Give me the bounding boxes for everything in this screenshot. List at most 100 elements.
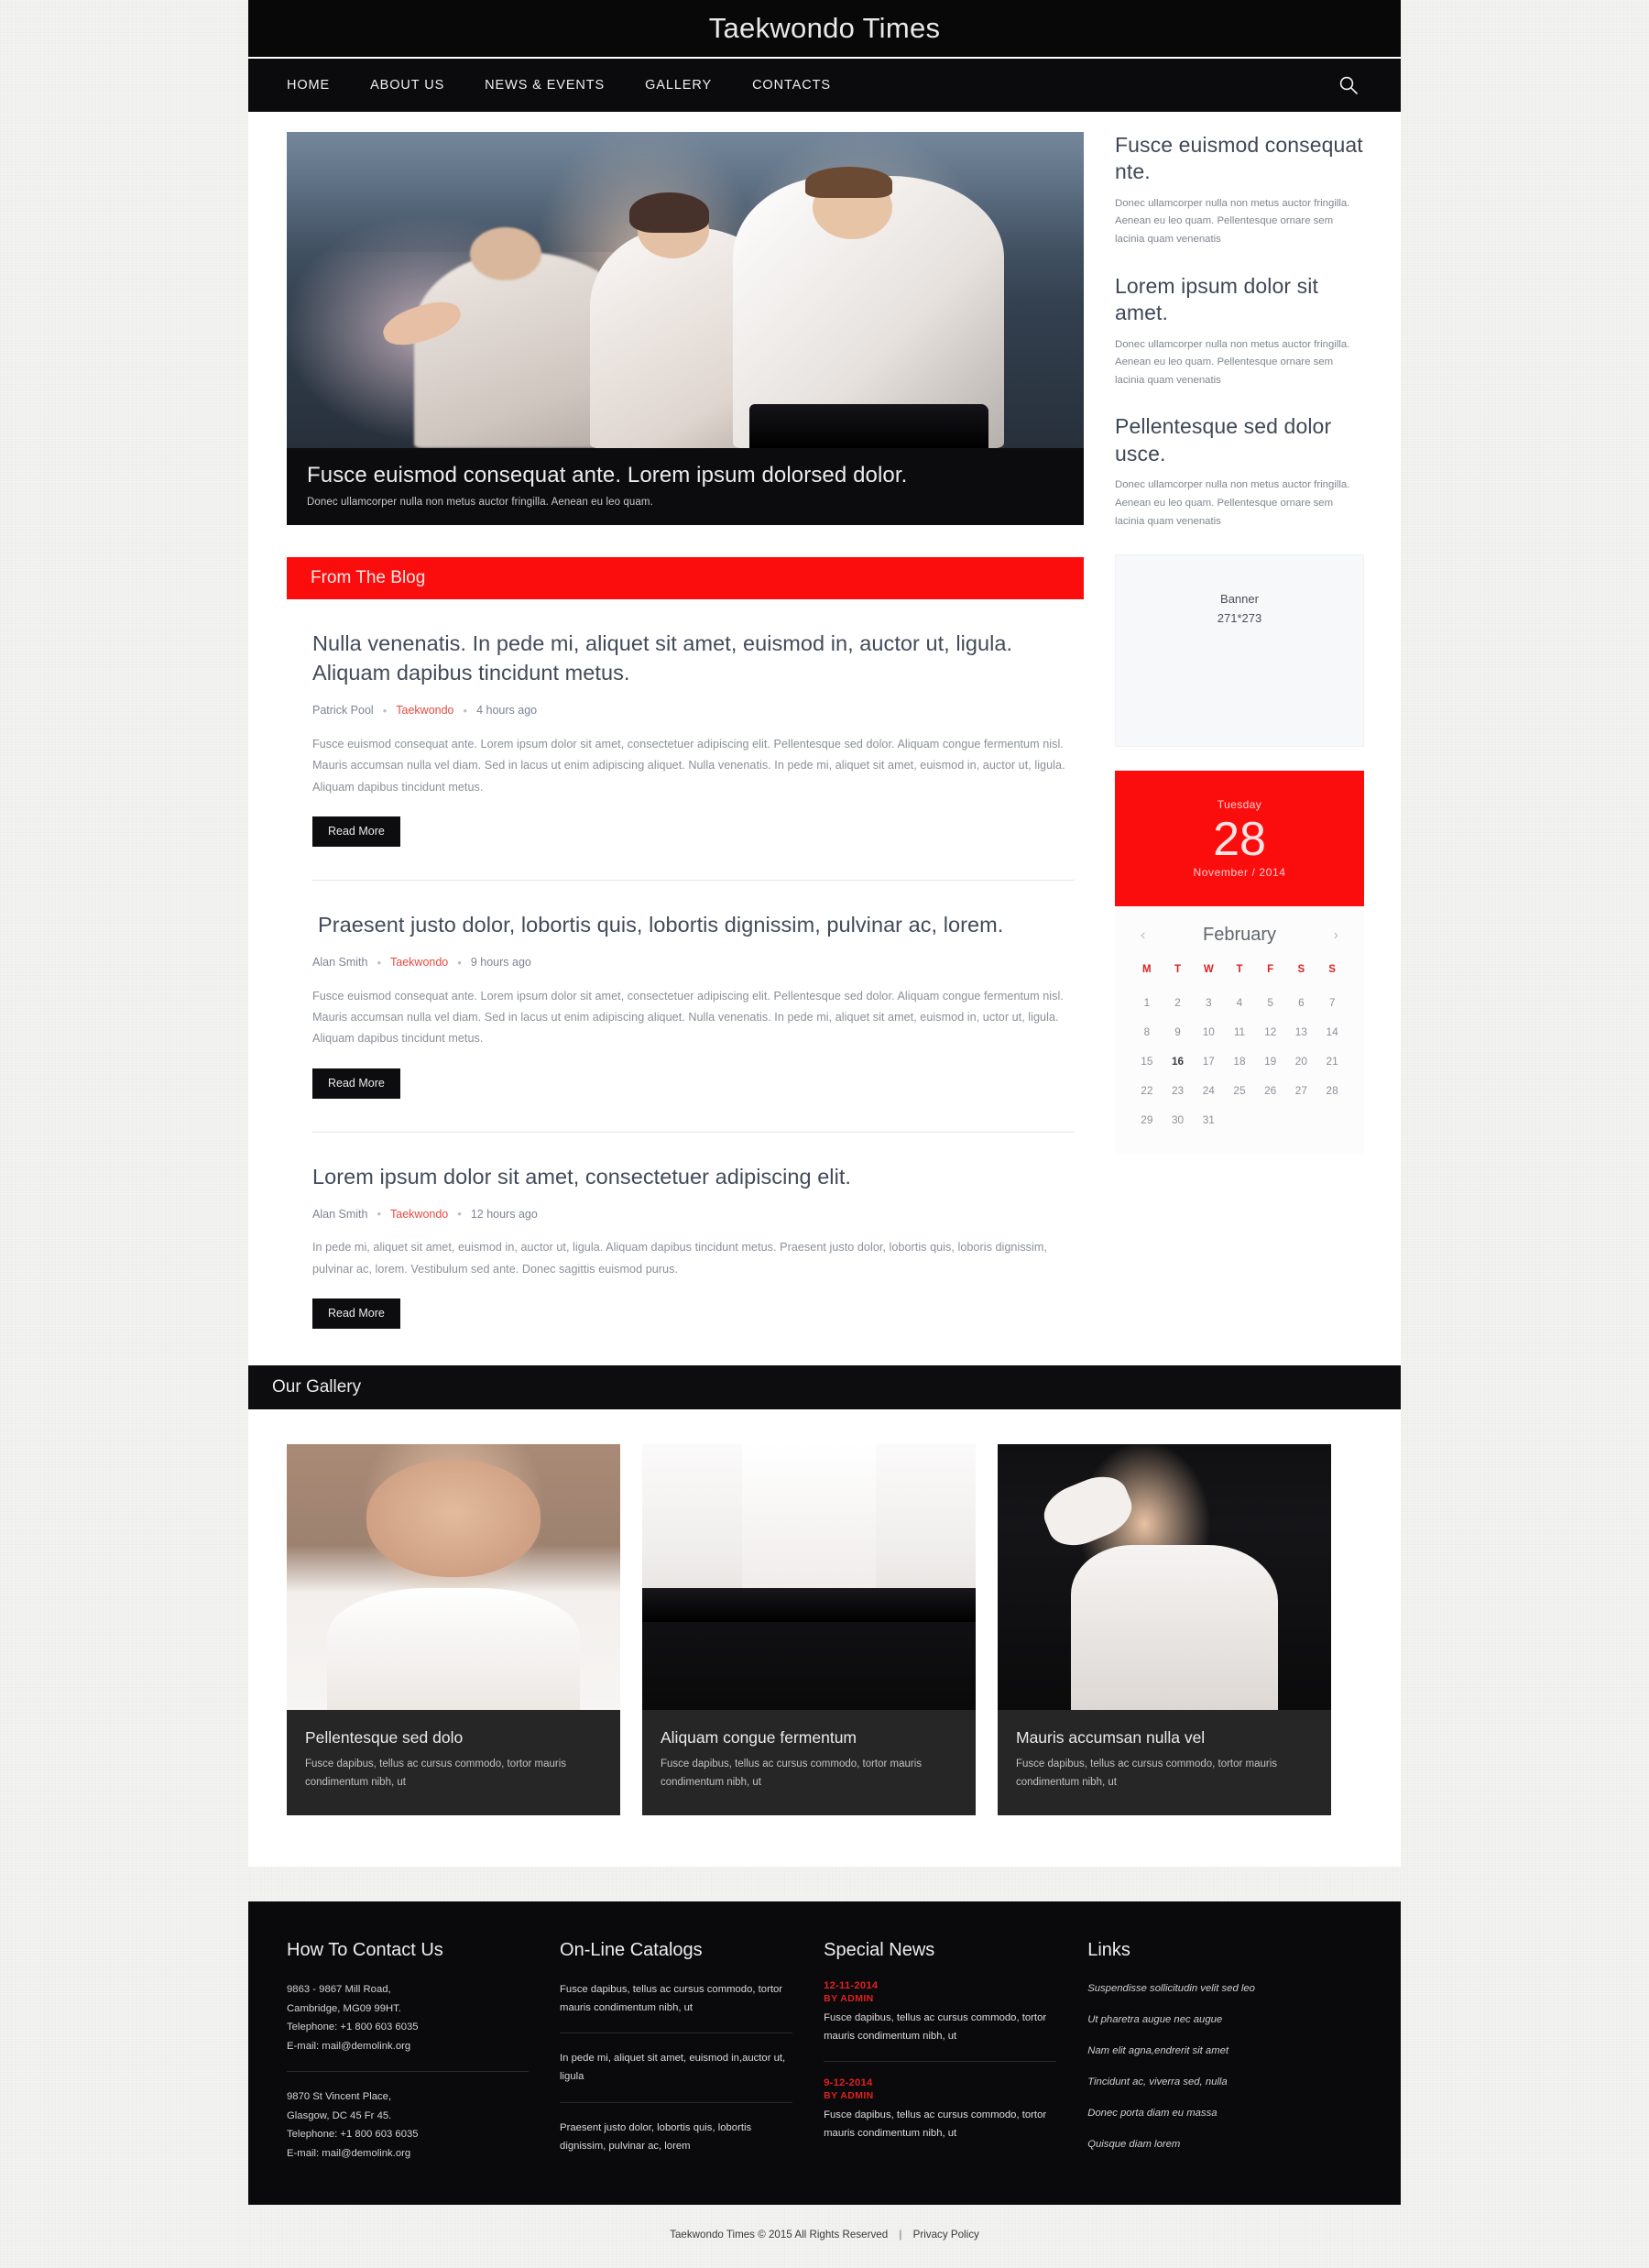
calendar-day[interactable]: 13 [1286, 1017, 1317, 1046]
calendar-day[interactable]: 23 [1163, 1076, 1194, 1105]
copyright-text: Taekwondo Times © 2015 All Rights Reserv… [670, 2228, 889, 2241]
post-title[interactable]: Lorem ipsum dolor sit amet, consectetuer… [312, 1162, 1075, 1191]
footer-divider [560, 2101, 793, 2103]
post-title[interactable]: Nulla venenatis. In pede mi, aliquet sit… [312, 629, 1075, 688]
banner-size: 271*273 [1217, 610, 1262, 625]
banner-label: Banner [1220, 592, 1259, 607]
calendar-day[interactable]: 25 [1224, 1076, 1255, 1105]
meta-separator-icon: • [377, 955, 382, 970]
sidebar-block-text: Donec ullamcorper nulla non metus auctor… [1115, 479, 1350, 527]
post-category[interactable]: Taekwondo [396, 704, 453, 717]
calendar-day[interactable]: 14 [1316, 1017, 1348, 1046]
footer-link[interactable]: Nam elit agna,endrerit sit amet [1087, 2043, 1360, 2059]
calendar-day[interactable]: 26 [1255, 1076, 1286, 1105]
calendar-day[interactable]: 6 [1286, 988, 1317, 1017]
calendar-day[interactable]: 15 [1131, 1046, 1163, 1076]
calendar-day[interactable]: 11 [1224, 1017, 1255, 1046]
sidebar-block-text: Donec ullamcorper nulla non metus auctor… [1115, 197, 1350, 246]
blog-post: Lorem ipsum dolor sit amet, consectetuer… [287, 1162, 1084, 1330]
meta-separator-icon: • [377, 1207, 382, 1222]
footer-link[interactable]: Donec porta diam eu massa [1087, 2105, 1360, 2121]
address-email[interactable]: E-mail: mail@demolink.org [287, 2144, 529, 2164]
calendar-day[interactable]: 31 [1193, 1105, 1224, 1134]
main-column: Fusce euismod consequat ante. Lorem ipsu… [287, 132, 1084, 1330]
sidebar-block-heading: Lorem ipsum dolor sit amet. [1115, 273, 1318, 325]
sidebar-block-heading: Fusce euismod consequat nte. [1115, 133, 1363, 184]
calendar-weekday: M [1142, 964, 1152, 976]
calendar-day[interactable]: 3 [1193, 988, 1224, 1017]
address-line-1: 9870 St Vincent Place, [287, 2091, 392, 2103]
calendar-weekday: S [1297, 964, 1305, 976]
meta-separator-icon: • [463, 703, 468, 718]
calendar-day[interactable]: 30 [1163, 1105, 1194, 1134]
calendar-day[interactable]: 21 [1316, 1046, 1348, 1076]
catalog-item[interactable]: Praesent justo dolor, lobortis quis, lob… [560, 2119, 792, 2155]
calendar-week-row: 29 30 31 [1131, 1105, 1348, 1134]
nav-item-news-events[interactable]: NEWS & EVENTS [485, 78, 633, 93]
banner-placeholder[interactable]: Banner 271*273 [1115, 554, 1364, 748]
calendar-day[interactable]: 24 [1193, 1076, 1224, 1105]
footer-link[interactable]: Quisque diam lorem [1087, 2136, 1360, 2153]
calendar-day[interactable]: 17 [1193, 1046, 1224, 1076]
gallery-item[interactable]: Pellentesque sed dolo Fusce dapibus, tel… [287, 1444, 620, 1816]
calendar-weekday-row: M T W T F S S [1131, 960, 1348, 988]
calendar-weekday: S [1328, 964, 1336, 976]
chevron-right-icon[interactable]: › [1330, 927, 1342, 944]
calendar-day[interactable]: 4 [1224, 988, 1255, 1017]
gallery-section-header: Our Gallery [248, 1365, 1401, 1410]
calendar-day-selected[interactable]: 16 [1163, 1046, 1194, 1076]
calendar-weekday: T [1236, 964, 1243, 976]
footer-column-news: Special News 12-11-2014 BY ADMIN Fusce d… [824, 1940, 1087, 2167]
news-text: Fusce dapibus, tellus ac cursus commodo,… [824, 2109, 1047, 2140]
blog-post: Nulla venenatis. In pede mi, aliquet sit… [287, 599, 1084, 848]
calendar-day-empty [1255, 1105, 1286, 1134]
footer-link[interactable]: Ut pharetra augue nec augue [1087, 2011, 1360, 2028]
address-line-1: 9863 - 9867 Mill Road, [287, 1984, 391, 1996]
nav-item-contacts[interactable]: CONTACTS [752, 78, 859, 93]
search-icon[interactable] [1333, 70, 1364, 101]
footer-heading-news: Special News [824, 1940, 935, 1961]
post-category[interactable]: Taekwondo [390, 1208, 448, 1221]
copyright-bar: Taekwondo Times © 2015 All Rights Reserv… [248, 2205, 1401, 2268]
read-more-button[interactable]: Read More [312, 1068, 400, 1099]
calendar-day[interactable]: 22 [1131, 1076, 1163, 1105]
gallery-item[interactable]: Aliquam congue fermentum Fusce dapibus, … [642, 1444, 976, 1816]
calendar-day[interactable]: 20 [1286, 1046, 1317, 1076]
calendar-day[interactable]: 5 [1255, 988, 1286, 1017]
calendar-day[interactable]: 12 [1255, 1017, 1286, 1046]
gallery-image [642, 1444, 976, 1711]
calendar-day[interactable]: 9 [1163, 1017, 1194, 1046]
chevron-left-icon[interactable]: ‹ [1137, 927, 1149, 944]
calendar-day[interactable]: 7 [1316, 988, 1348, 1017]
catalog-item[interactable]: Fusce dapibus, tellus ac cursus commodo,… [560, 1980, 792, 2017]
calendar-day[interactable]: 1 [1131, 988, 1163, 1017]
footer-link[interactable]: Suspendisse sollicitudin velit sed leo [1087, 1980, 1360, 1997]
gallery-item[interactable]: Mauris accumsan nulla vel Fusce dapibus,… [998, 1444, 1331, 1816]
footer-link[interactable]: Tincidunt ac, viverra sed, nulla [1087, 2074, 1360, 2090]
page-root: Taekwondo Times HOME ABOUT US NEWS & EVE… [0, 0, 1649, 2268]
calendar-day[interactable]: 18 [1224, 1046, 1255, 1076]
post-divider [312, 1131, 1075, 1133]
calendar-day[interactable]: 27 [1286, 1076, 1317, 1105]
read-more-button[interactable]: Read More [312, 816, 400, 848]
nav-item-home[interactable]: HOME [287, 78, 358, 93]
address-email[interactable]: E-mail: mail@demolink.org [287, 2037, 529, 2056]
read-more-button[interactable]: Read More [312, 1298, 400, 1330]
calendar-day[interactable]: 8 [1131, 1017, 1163, 1046]
privacy-policy-link[interactable]: Privacy Policy [913, 2229, 979, 2241]
nav-item-about-us[interactable]: ABOUT US [370, 78, 473, 93]
hero-feature: Fusce euismod consequat ante. Lorem ipsu… [287, 132, 1084, 525]
nav-item-gallery[interactable]: GALLERY [645, 78, 740, 93]
calendar-day[interactable]: 28 [1316, 1076, 1348, 1105]
news-text: Fusce dapibus, tellus ac cursus commodo,… [824, 2012, 1047, 2043]
gallery-caption: Aliquam congue fermentum Fusce dapibus, … [642, 1710, 976, 1816]
calendar-day[interactable]: 29 [1131, 1105, 1163, 1134]
site-title: Taekwondo Times [708, 12, 941, 44]
catalog-item[interactable]: In pede mi, aliquet sit amet, euismod in… [560, 2049, 792, 2086]
calendar-day[interactable]: 19 [1255, 1046, 1286, 1076]
post-title[interactable]: Praesent justo dolor, lobortis quis, lob… [312, 910, 1075, 939]
calendar-day[interactable]: 10 [1193, 1017, 1224, 1046]
calendar-day[interactable]: 2 [1163, 988, 1194, 1017]
post-category[interactable]: Taekwondo [390, 956, 448, 969]
gallery-grid: Pellentesque sed dolo Fusce dapibus, tel… [248, 1409, 1401, 1868]
